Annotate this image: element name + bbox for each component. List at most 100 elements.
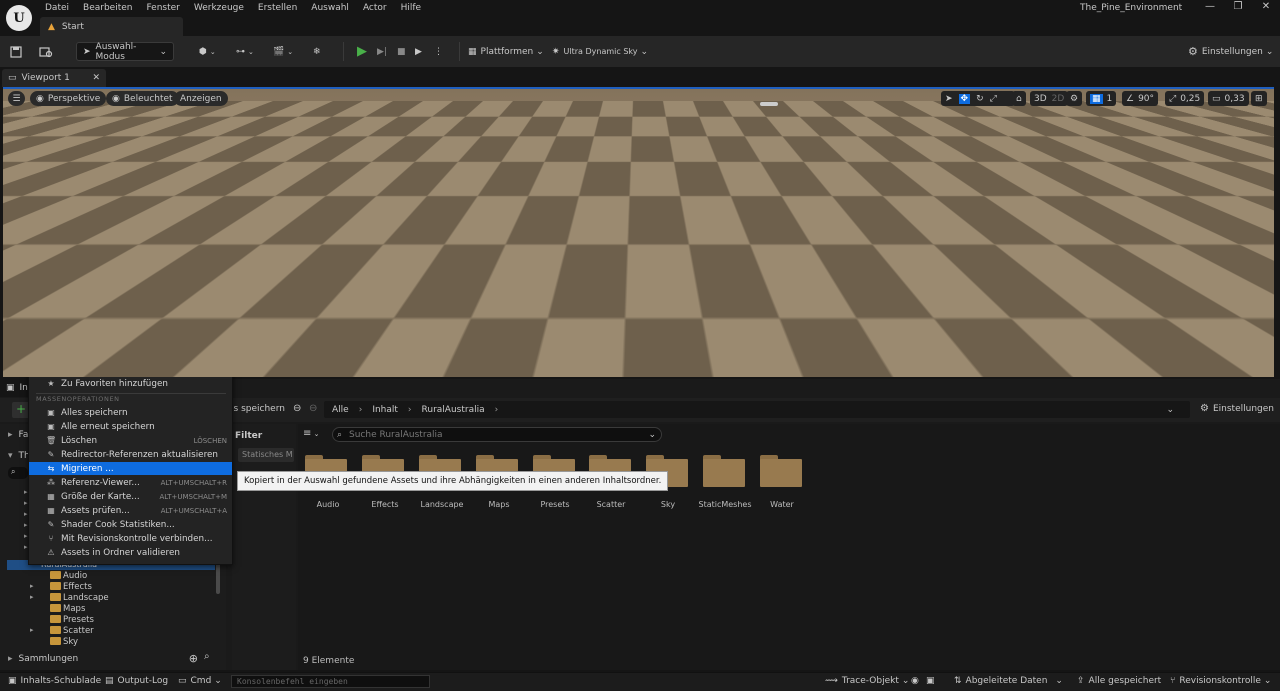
- mode-2d-button[interactable]: 2D: [1052, 94, 1065, 104]
- play-icon[interactable]: ▶: [357, 42, 367, 61]
- menu-item-validate-assets[interactable]: ⚠ Assets in Ordner validieren: [29, 546, 232, 559]
- menu-item-actor[interactable]: Actor: [363, 1, 387, 16]
- forward-icon[interactable]: ⊖: [309, 403, 317, 414]
- tree-item[interactable]: ▸ Effects: [30, 582, 92, 592]
- scale-tool-icon[interactable]: ⤢: [990, 94, 997, 104]
- menu-item-datei[interactable]: Datei: [45, 1, 69, 16]
- menu-item-rename[interactable]: ⌶ Umbenennen F2: [29, 349, 232, 362]
- screenshot-icon[interactable]: ▣: [926, 676, 935, 686]
- folder-tile-staticmeshes[interactable]: [703, 455, 747, 487]
- save-all-button[interactable]: es speichern: [228, 404, 285, 414]
- menu-item-new-folder[interactable]: ▬ Neuer Ordner: [29, 263, 232, 276]
- chevron-right-icon[interactable]: ▸: [30, 626, 34, 634]
- close-window-icon[interactable]: ✕: [1252, 1, 1280, 12]
- move-tool-icon[interactable]: ✥: [958, 93, 971, 104]
- mode-3d-button[interactable]: 3D: [1034, 94, 1047, 104]
- eject-icon[interactable]: ▶: [415, 42, 422, 61]
- collections-header[interactable]: ▸ Sammlungen ⊕: [8, 652, 222, 665]
- more-options-icon[interactable]: ⋮: [434, 42, 443, 61]
- menu-item-shader-cook-stats[interactable]: ✎ Shader Cook Statistiken...: [29, 518, 232, 531]
- breadcrumb-all[interactable]: Alle: [332, 405, 349, 415]
- tree-item[interactable]: ▸ Scatter: [30, 626, 94, 636]
- menu-item-migrate[interactable]: ⇆ Migrieren ...: [29, 462, 232, 475]
- tree-item[interactable]: Audio: [50, 571, 87, 581]
- tree-search-input[interactable]: ⌕: [8, 467, 28, 479]
- add-actor-icon[interactable]: ⬢ ⌄: [199, 42, 216, 61]
- rotation-snap-button[interactable]: ∠ 90°: [1122, 91, 1159, 106]
- perspective-button[interactable]: ◉ Perspektive: [30, 91, 107, 106]
- output-log-button[interactable]: ▤ Output-Log: [105, 676, 168, 686]
- content-browser-icon[interactable]: [39, 42, 53, 61]
- unreal-logo-icon[interactable]: U: [6, 5, 32, 31]
- add-collection-icon[interactable]: ⊕: [189, 652, 198, 665]
- project-header[interactable]: ▾ Th: [8, 451, 30, 461]
- tab-viewport[interactable]: ▭ Viewport 1 ✕: [2, 69, 106, 87]
- favorites-header[interactable]: ▸ Fa: [8, 430, 28, 440]
- menu-item-hilfe[interactable]: Hilfe: [401, 1, 421, 16]
- scale-snap-button[interactable]: ⤢ 0,25: [1165, 91, 1205, 106]
- tree-item[interactable]: Maps: [50, 604, 85, 614]
- menu-item-size-map[interactable]: ▦ Größe der Karte... ALT+UMSCHALT+M: [29, 490, 232, 503]
- close-icon[interactable]: ✕: [92, 73, 100, 83]
- menu-item-show-in-explorer[interactable]: ▬ In Explorer zeigen: [29, 321, 232, 334]
- surface-snap-icon[interactable]: ⌂: [1012, 91, 1026, 106]
- menu-item-bearbeiten[interactable]: Bearbeiten: [83, 1, 132, 16]
- tree-item[interactable]: ▸ Landscape: [30, 593, 109, 603]
- menu-item-copy-path[interactable]: ❐ Pfad kopieren: [29, 335, 232, 348]
- tree-item[interactable]: Presets: [50, 615, 94, 625]
- context-menu-search[interactable]: ⌕ Zum Suchen Text eingeben: [35, 247, 227, 260]
- menu-item-auswahl[interactable]: Auswahl: [311, 1, 349, 16]
- cmd-button[interactable]: ▭ Cmd ⌄: [178, 676, 222, 686]
- build-icon[interactable]: ❄: [313, 42, 321, 61]
- chevron-right-icon[interactable]: ▸: [30, 582, 34, 590]
- filter-chip-static-mesh[interactable]: Statisches M: [238, 448, 294, 462]
- platforms-button[interactable]: ▦ Plattformen ⌄: [468, 42, 544, 61]
- maximize-icon[interactable]: ❐: [1224, 1, 1252, 12]
- menu-item-audit-assets[interactable]: ▦ Assets prüfen... ALT+UMSCHALT+A: [29, 504, 232, 517]
- menu-item-erstellen[interactable]: Erstellen: [258, 1, 297, 16]
- menu-item-add-import[interactable]: ⇩ Inhalt hinzufügen/importieren ›: [29, 307, 232, 320]
- menu-item-reference-viewer[interactable]: ⁂ Referenz-Viewer... ALT+UMSCHALT+R: [29, 476, 232, 489]
- menu-item-connect-revision[interactable]: ⑂ Mit Revisionskontrolle verbinden...: [29, 532, 232, 545]
- world-local-icon[interactable]: ⚙: [1066, 91, 1083, 106]
- content-browser-settings-button[interactable]: ⚙ Einstellungen: [1200, 403, 1274, 414]
- menu-item-fix-redirectors[interactable]: ✎ Redirector-Referenzen aktualisieren: [29, 448, 232, 461]
- breadcrumb-content[interactable]: Inhalt: [372, 405, 398, 415]
- menu-item-set-color[interactable]: ✎ Farbe festlegen: [29, 363, 232, 376]
- grid-snap-button[interactable]: ▦ 1: [1086, 91, 1117, 106]
- blueprint-icon[interactable]: ⊶ ⌄: [236, 42, 254, 61]
- rotate-tool-icon[interactable]: ↻: [976, 94, 984, 104]
- menu-item-delete[interactable]: 🗑 Löschen LÖSCHEN: [29, 434, 232, 447]
- content-drawer-button[interactable]: ▣ Inhalts-Schublade: [8, 676, 101, 686]
- filter-dropdown-icon[interactable]: ≡ ⌄: [303, 428, 319, 439]
- save-icon[interactable]: [10, 42, 22, 61]
- menu-item-werkzeuge[interactable]: Werkzeuge: [194, 1, 244, 16]
- record-icon[interactable]: ◉: [911, 676, 919, 686]
- maximize-viewport-icon[interactable]: ⊞: [1251, 91, 1267, 106]
- mode-select[interactable]: ➤ Auswahl-Modus ⌄: [76, 42, 174, 62]
- menu-item-fenster[interactable]: Fenster: [146, 1, 179, 16]
- back-icon[interactable]: ⊖: [293, 403, 301, 414]
- menu-item-open-new-browser[interactable]: ▬ In neuem Inhaltsbrowser ansehen: [29, 277, 232, 290]
- search-icon[interactable]: ⌕: [204, 651, 210, 662]
- tree-item[interactable]: Sky: [50, 637, 78, 647]
- camera-speed-button[interactable]: ▭ 0,33: [1208, 91, 1249, 106]
- menu-item-save-all[interactable]: ▣ Alles speichern: [29, 406, 232, 419]
- menu-item-resave-all[interactable]: ▣ Alle erneut speichern: [29, 420, 232, 433]
- settings-button[interactable]: ⚙ Einstellungen ⌄: [1188, 42, 1273, 61]
- chevron-right-icon[interactable]: ▸: [30, 593, 34, 601]
- step-icon[interactable]: ▶|: [377, 42, 387, 61]
- menu-item-add-favorite[interactable]: ★ Zu Favoriten hinzufügen: [29, 377, 232, 390]
- minimize-icon[interactable]: —: [1196, 1, 1224, 12]
- trace-button[interactable]: ⟿ Trace-Objekt ⌄: [825, 676, 909, 686]
- history-dropdown-icon[interactable]: ⌄: [1166, 405, 1174, 415]
- breadcrumb-ruralaustralia[interactable]: RuralAustralia: [422, 405, 485, 415]
- chevron-right-icon[interactable]: ›: [359, 405, 363, 415]
- derived-data-button[interactable]: ⇅ Abgeleitete Daten ⌄: [954, 676, 1063, 686]
- stop-icon[interactable]: ■: [397, 42, 406, 61]
- cinematics-icon[interactable]: 🎬 ⌄: [273, 42, 293, 61]
- chevron-right-icon[interactable]: ›: [495, 405, 499, 415]
- tab-start[interactable]: ▲ Start: [40, 17, 183, 36]
- console-input[interactable]: Konsolenbefehl eingeben: [231, 675, 430, 688]
- saved-status-button[interactable]: ⇪ Alle gespeichert: [1077, 676, 1161, 686]
